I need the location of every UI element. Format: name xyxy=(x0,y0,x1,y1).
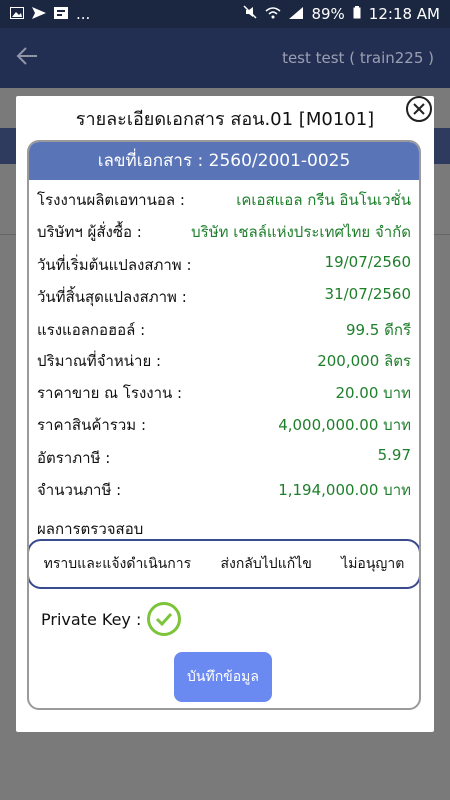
detail-row: ราคาขาย ณ โรงงาน : 20.00 บาท xyxy=(37,381,411,405)
row-value: 19/07/2560 xyxy=(324,253,411,271)
clock: 12:18 AM xyxy=(368,5,440,23)
app-icon xyxy=(54,5,68,23)
mute-icon xyxy=(243,5,257,23)
wifi-icon xyxy=(265,5,281,23)
close-icon[interactable] xyxy=(406,96,432,122)
option-acknowledge[interactable]: ทราบและแจ้งดำเนินการ xyxy=(44,553,191,575)
row-label: บริษัทฯ ผู้สั่งซื้อ : xyxy=(37,223,142,241)
battery-level: 89% xyxy=(311,5,345,23)
row-value: 5.97 xyxy=(377,446,411,464)
row-value: 99.5 ดีกรี xyxy=(345,321,411,339)
battery-icon xyxy=(353,5,361,23)
send-icon xyxy=(32,5,46,23)
row-value: 4,000,000.00 บาท xyxy=(278,416,411,434)
detail-row: บริษัทฯ ผู้สั่งซื้อ : บริษัท เชลล์แห่งปร… xyxy=(37,220,411,244)
status-left: ... xyxy=(10,5,90,23)
row-label: ราคาสินค้ารวม : xyxy=(37,416,146,434)
row-value: 20.00 บาท xyxy=(335,384,411,402)
detail-row: ราคาสินค้ารวม : 4,000,000.00 บาท xyxy=(37,413,411,437)
check-circle-icon xyxy=(147,602,182,636)
row-label: แรงแอลกอฮอล์ : xyxy=(37,321,146,339)
row-label: วันที่สิ้นสุดแปลงสภาพ : xyxy=(37,288,187,306)
option-reject[interactable]: ไม่อนุญาต xyxy=(341,553,404,575)
detail-row: อัตราภาษี : 5.97 xyxy=(37,446,411,470)
row-label: จำนวนภาษี : xyxy=(37,481,122,499)
private-key-label: Private Key : xyxy=(41,609,142,629)
back-arrow-icon[interactable] xyxy=(16,43,56,73)
detail-row: วันที่สิ้นสุดแปลงสภาพ : 31/07/2560 xyxy=(37,285,411,309)
row-value: 200,000 ลิตร xyxy=(317,352,411,370)
row-value: บริษัท เชลล์แห่งประเทศไทย จำกัด xyxy=(191,223,411,241)
detail-row: จำนวนภาษี : 1,194,000.00 บาท xyxy=(37,478,411,502)
detail-row: โรงงานผลิตเอทานอล : เคเอสแอล กรีน อินโนเ… xyxy=(37,188,411,212)
row-value: 1,194,000.00 บาท xyxy=(278,481,411,499)
modal-title: รายละเอียดเอกสาร สอน.01 [M0101] xyxy=(75,109,375,130)
status-bar: ... 89% 12:18 AM xyxy=(0,0,450,28)
app-bar: test test ( train225 ) xyxy=(0,28,450,88)
row-value: เคเอสแอล กรีน อินโนเวชั่น xyxy=(236,191,411,209)
option-send-back[interactable]: ส่งกลับไปแก้ไข xyxy=(220,553,311,575)
status-right: 89% 12:18 AM xyxy=(243,5,440,23)
row-value: 31/07/2560 xyxy=(324,285,411,303)
image-icon xyxy=(10,5,24,23)
save-button[interactable]: บันทึกข้อมูล xyxy=(174,652,272,702)
notification-overflow: ... xyxy=(76,5,91,23)
detail-row: แรงแอลกอฮอล์ : 99.5 ดีกรี xyxy=(37,318,411,342)
detail-row: ปริมาณที่จำหน่าย : 200,000 ลิตร xyxy=(37,349,411,373)
row-label: ราคาขาย ณ โรงงาน : xyxy=(37,384,183,402)
private-key-row: Private Key : xyxy=(41,602,182,636)
signal-icon xyxy=(289,5,304,23)
result-section-label: ผลการตรวจสอบ xyxy=(37,520,144,538)
row-label: ปริมาณที่จำหน่าย : xyxy=(37,352,162,370)
user-title: test test ( train225 ) xyxy=(282,49,434,67)
row-label: โรงงานผลิตเอทานอล : xyxy=(37,191,185,209)
detail-row: วันที่เริ่มต้นแปลงสภาพ : 19/07/2560 xyxy=(37,253,411,277)
document-card: เลขที่เอกสาร : 2560/2001-0025 โรงงานผลิต… xyxy=(27,140,421,710)
document-number-header: เลขที่เอกสาร : 2560/2001-0025 xyxy=(29,142,419,180)
document-detail-modal: รายละเอียดเอกสาร สอน.01 [M0101] เลขที่เอ… xyxy=(16,96,434,732)
row-label: วันที่เริ่มต้นแปลงสภาพ : xyxy=(37,256,192,274)
row-label: อัตราภาษี : xyxy=(37,449,111,467)
result-options: ทราบและแจ้งดำเนินการ ส่งกลับไปแก้ไข ไม่อ… xyxy=(29,539,419,589)
